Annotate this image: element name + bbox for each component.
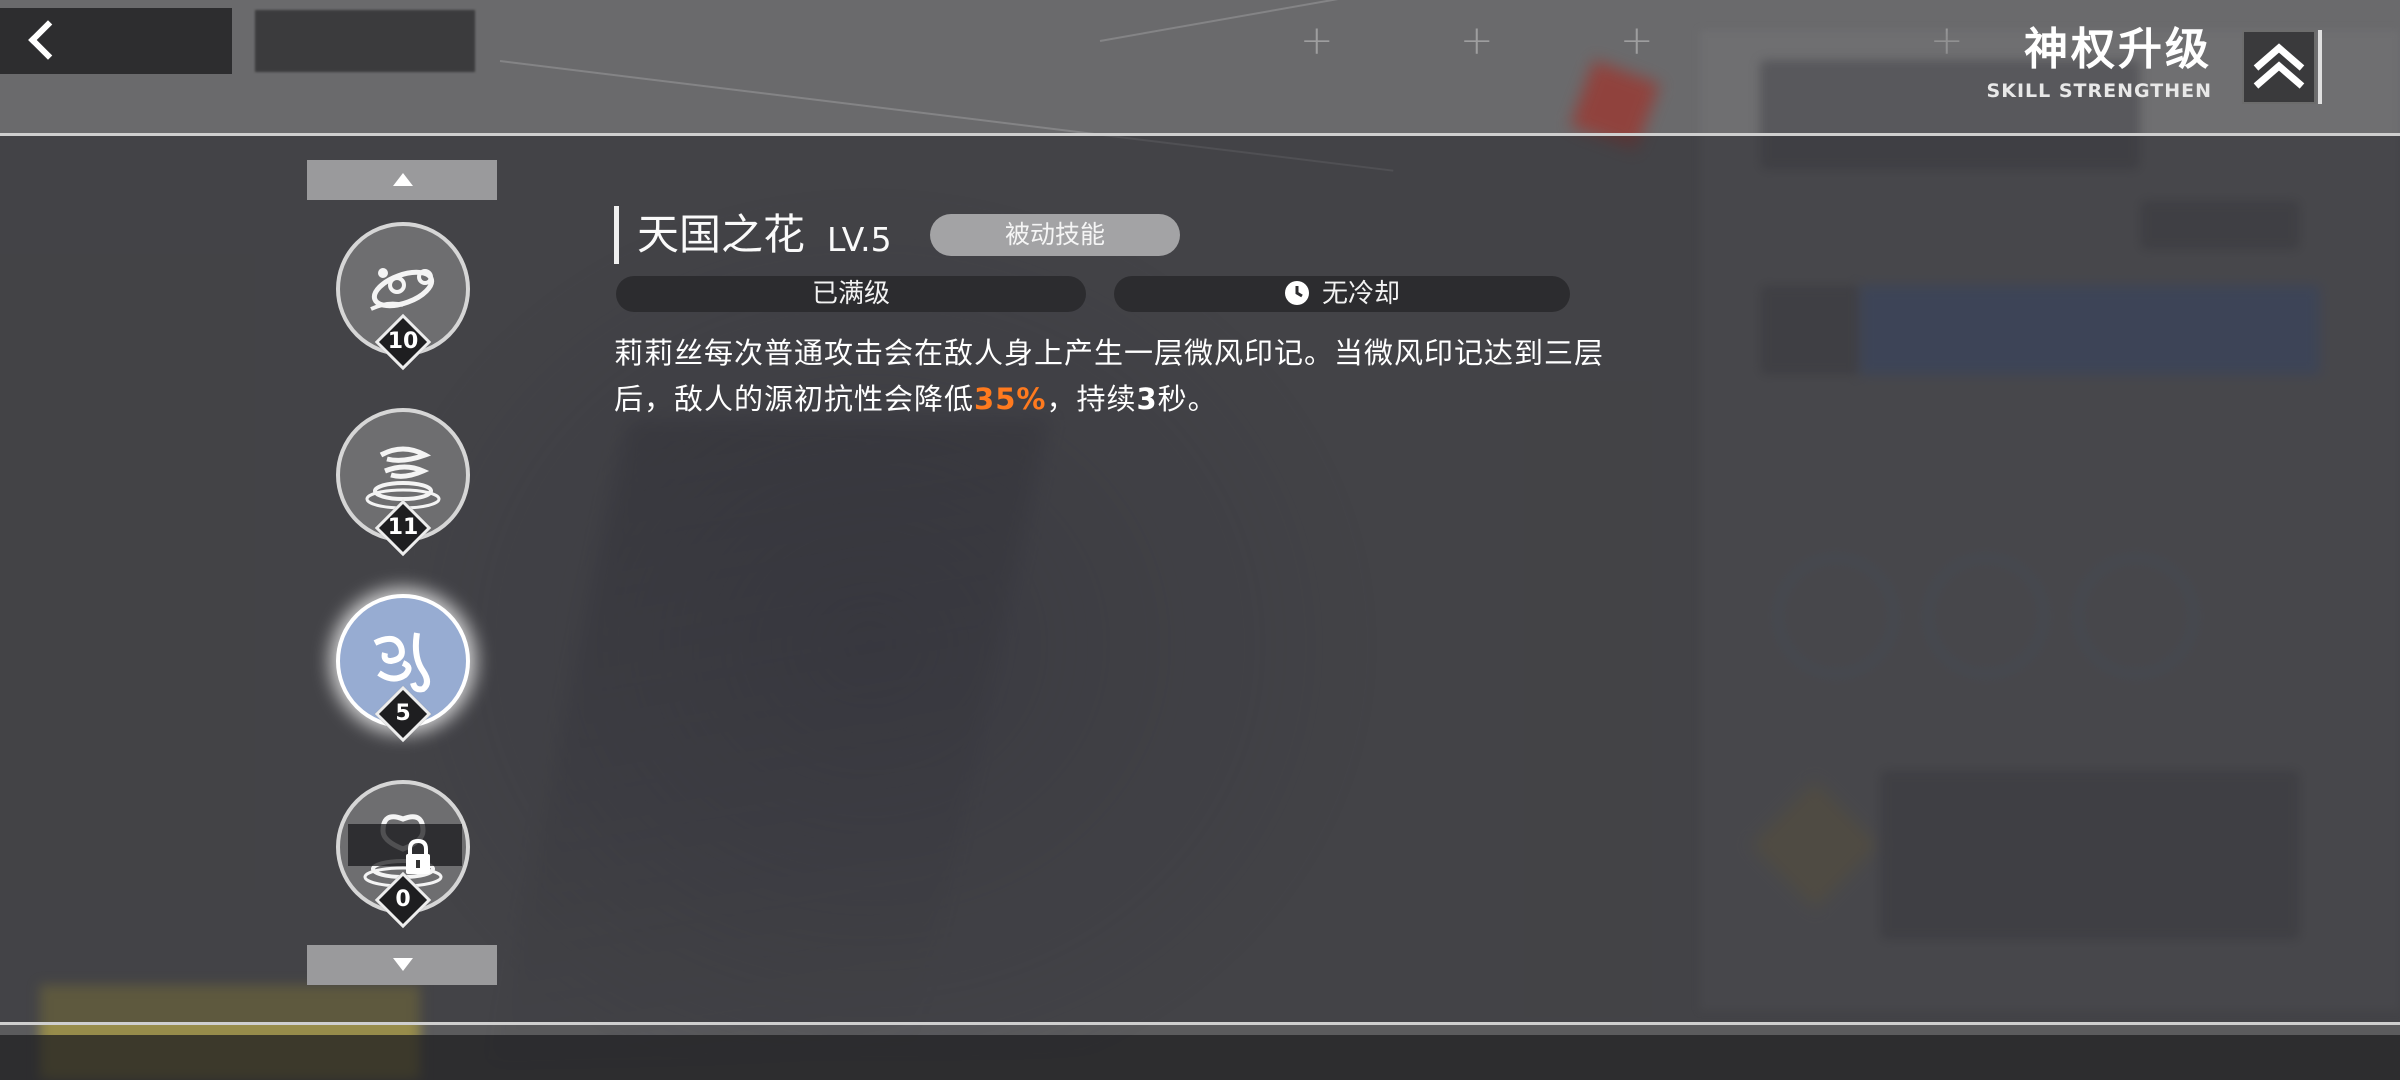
clock-icon — [1284, 280, 1309, 305]
modal-top-divider — [0, 133, 2400, 136]
skill-level-label: LV.5 — [827, 219, 892, 259]
scroll-up-button[interactable] — [307, 160, 497, 200]
skill-slot-4-locked[interactable]: 0 — [336, 780, 470, 929]
description-text: ，持续 — [1046, 382, 1137, 416]
triangle-down-icon — [393, 958, 413, 971]
skill-title: 天国之花 LV.5 — [614, 206, 892, 264]
background-plus-icon: + — [1620, 18, 1654, 64]
page-title: 神权升级 — [2024, 24, 2212, 75]
lock-icon — [406, 838, 430, 874]
skill-level-value: 10 — [387, 329, 419, 354]
page-title-block: 神权升级 SKILL STRENGTHEN — [1987, 22, 2212, 102]
skill-type-badge: 被动技能 — [930, 214, 1180, 256]
background-tab-button — [255, 10, 475, 72]
skill-slot-3-selected[interactable]: 5 — [336, 594, 470, 743]
background-plus-icon: + — [1460, 18, 1494, 64]
title-separator — [2318, 30, 2322, 104]
description-text: 秒。 — [1157, 382, 1218, 416]
skill-slot-2[interactable]: 11 — [336, 408, 470, 557]
skill-level-value: 11 — [387, 515, 419, 540]
skill-level-value: 5 — [395, 701, 411, 726]
skill-description: 莉莉丝每次普通攻击会在敌人身上产生一层微风印记。当微风印记达到三层后，敌人的源初… — [614, 330, 1614, 422]
chevron-left-icon — [28, 20, 68, 60]
skill-level-value: 0 — [395, 887, 411, 912]
description-duration-value: 3 — [1136, 382, 1158, 416]
scroll-down-button[interactable] — [307, 945, 497, 985]
background-bottom-bar — [0, 1035, 2400, 1080]
max-level-status: 已满级 — [616, 276, 1086, 312]
skill-name: 天国之花 — [637, 210, 806, 259]
lock-overlay — [348, 824, 462, 874]
description-highlight-value: 35% — [974, 382, 1047, 416]
triangle-up-icon — [393, 173, 413, 186]
back-button[interactable] — [0, 8, 232, 74]
background-plus-icon: + — [1300, 18, 1334, 64]
double-chevron-up-icon — [2242, 30, 2316, 104]
skill-slot-1[interactable]: 10 — [336, 222, 470, 371]
cooldown-label: 无冷却 — [1321, 279, 1400, 309]
modal-bottom-divider — [0, 1022, 2400, 1025]
cooldown-status: 无冷却 — [1114, 276, 1570, 312]
page-subtitle: SKILL STRENGTHEN — [1986, 80, 2212, 102]
